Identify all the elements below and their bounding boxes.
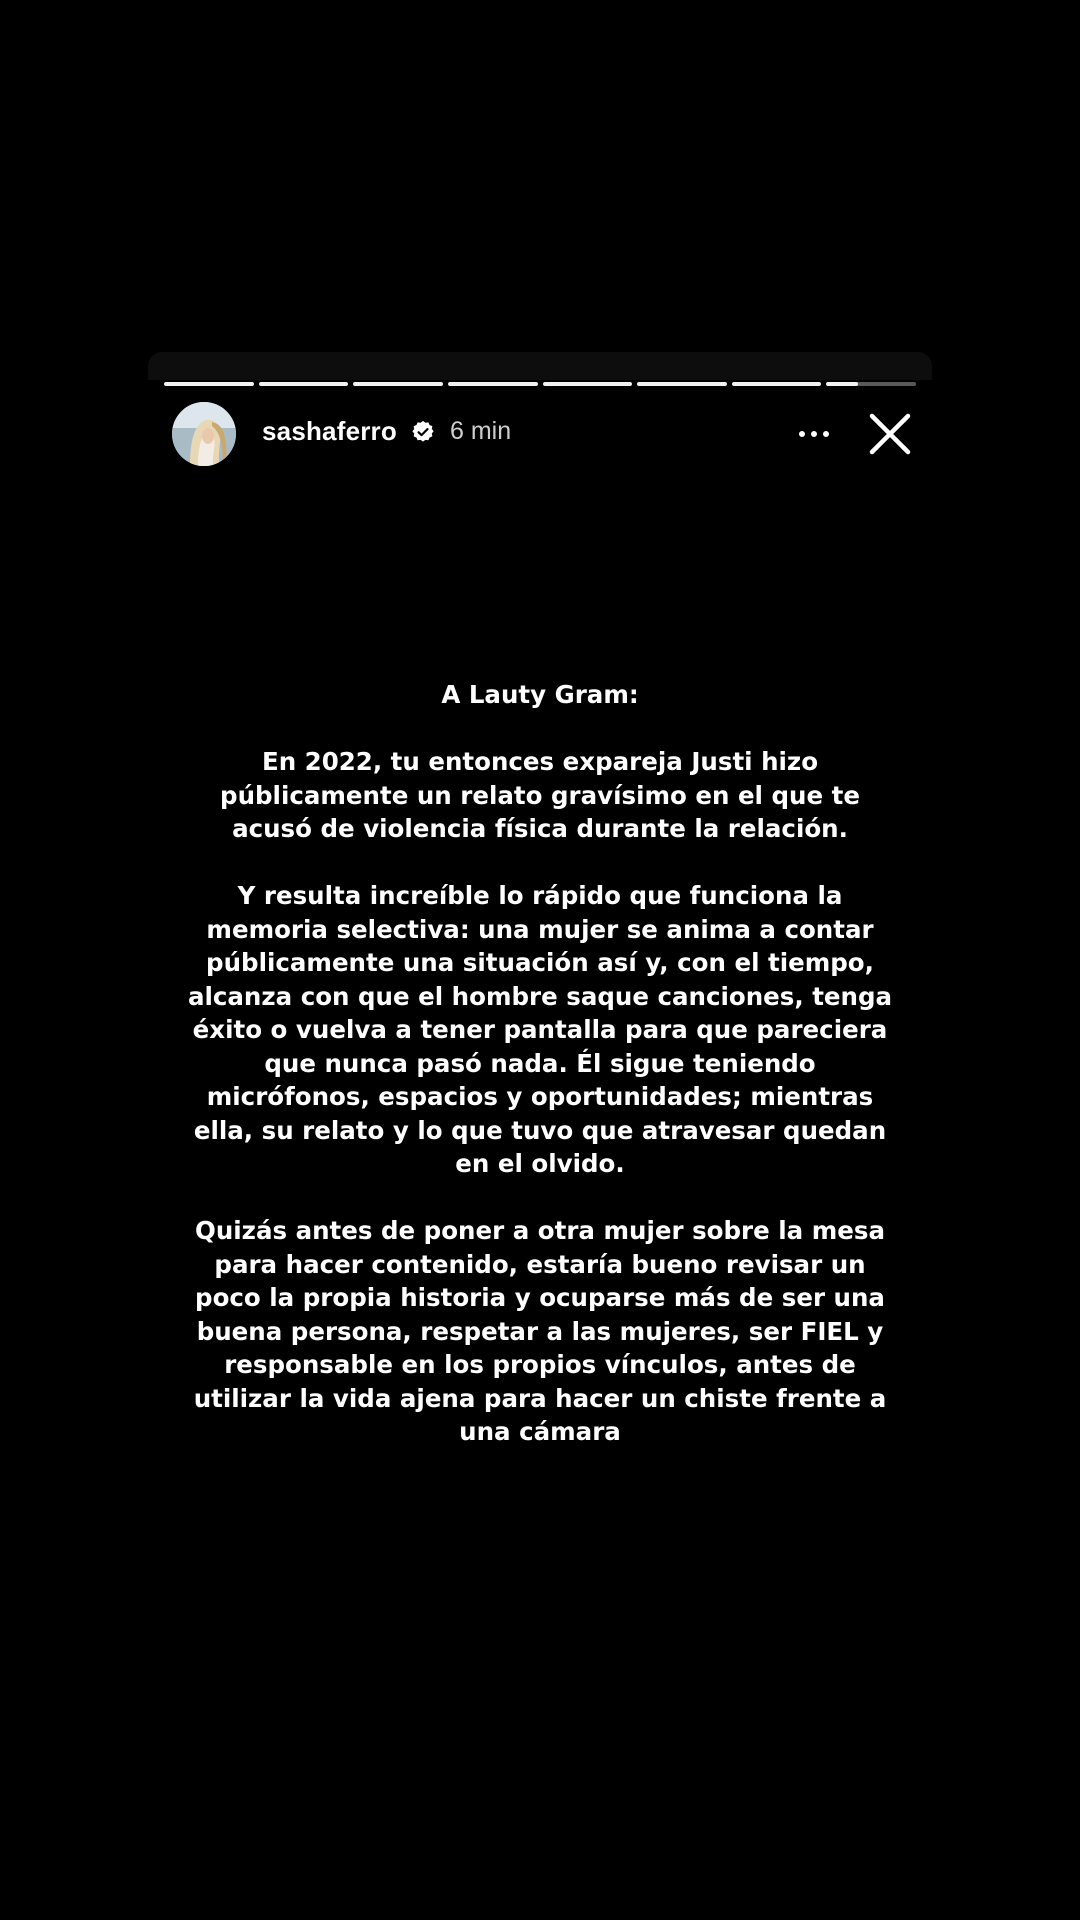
progress-segment-fill (826, 382, 858, 386)
story-paragraph-2: Y resulta increíble lo rápido que funcio… (187, 881, 893, 1178)
story-progress-bar (164, 382, 916, 386)
progress-segment (542, 382, 633, 386)
progress-segment (637, 382, 727, 386)
progress-segment-fill (258, 382, 349, 386)
progress-segment-fill (542, 382, 633, 386)
progress-segment (164, 382, 254, 386)
story-paragraph-3: Quizás antes de poner a otra mujer sobre… (193, 1216, 887, 1446)
story-header: sashaferro 6 min (172, 402, 918, 466)
progress-segment (826, 382, 916, 386)
progress-segment-fill (637, 382, 727, 386)
story-top-band (148, 352, 932, 380)
progress-segment (258, 382, 349, 386)
progress-segment (731, 382, 822, 386)
progress-segment (447, 382, 538, 386)
progress-segment-fill (447, 382, 538, 386)
progress-segment-fill (353, 382, 443, 386)
story-heading: A Lauty Gram: (441, 680, 639, 709)
progress-segment (353, 382, 443, 386)
close-icon[interactable] (868, 412, 912, 456)
story-paragraph-1: En 2022, tu entonces expareja Justi hizo… (220, 747, 860, 843)
ellipsis-icon[interactable] (794, 424, 834, 444)
user-avatar-image (172, 402, 236, 466)
avatar[interactable] (172, 402, 236, 466)
progress-segment-fill (164, 382, 254, 386)
post-time: 6 min (450, 417, 512, 445)
progress-segment-fill (731, 382, 822, 386)
story-text: A Lauty Gram: En 2022, tu entonces expar… (180, 678, 900, 1449)
verified-badge-icon (412, 421, 434, 442)
username[interactable]: sashaferro (262, 416, 397, 447)
